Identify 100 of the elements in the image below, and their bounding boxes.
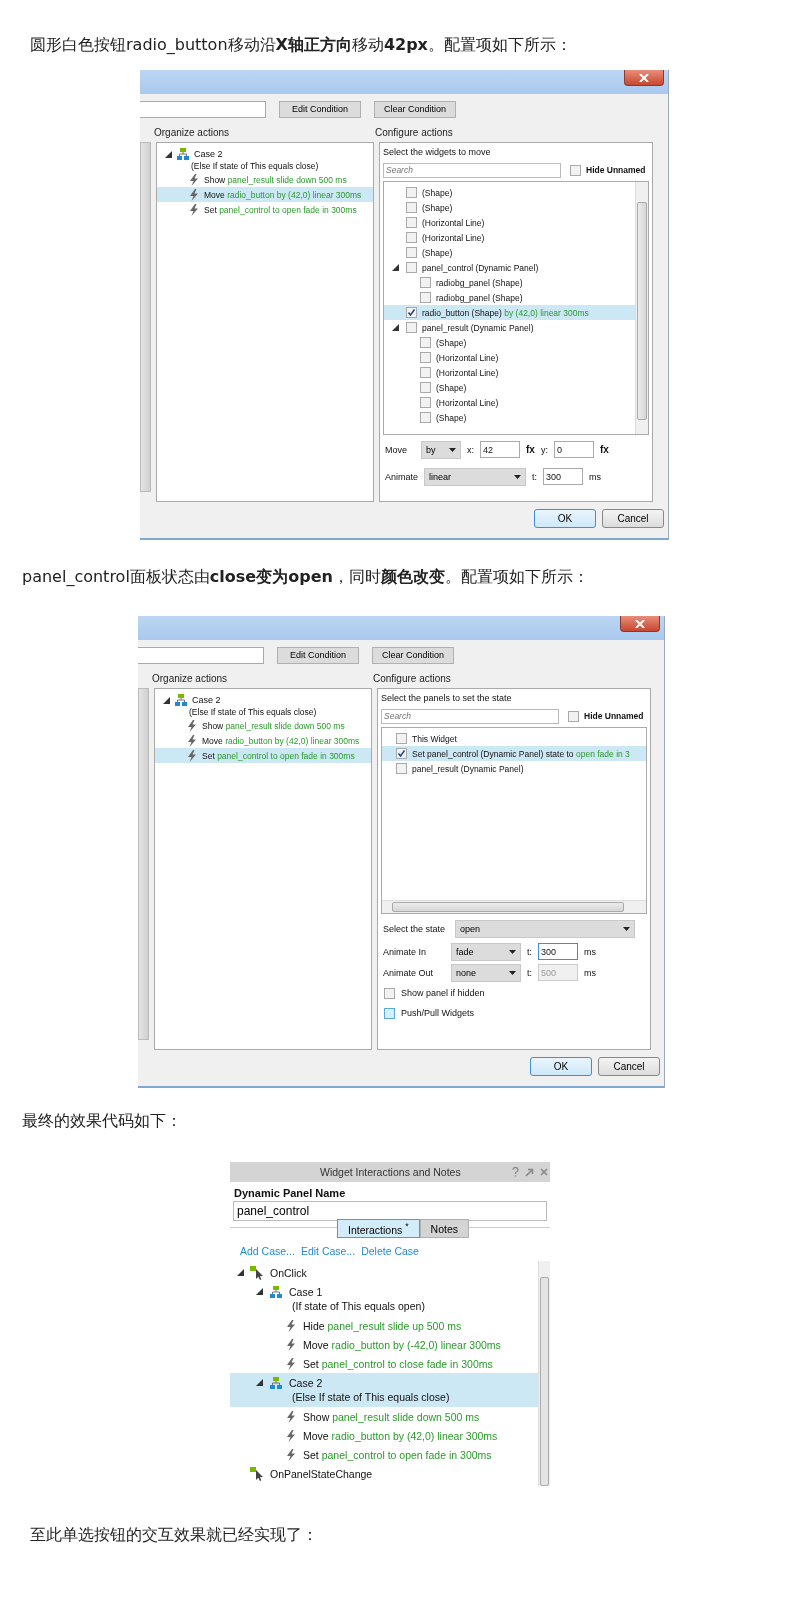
mode-dropdown[interactable]: by [421,440,461,459]
case-item[interactable]: Case 2 (Else If state of This equals close) [230,1373,538,1407]
widget-row[interactable]: (Shape) [384,245,635,260]
close-icon[interactable] [540,1168,548,1176]
action-item[interactable]: Set panel_control to close fade in 300ms [230,1354,538,1373]
case-name[interactable]: Case 2 [192,695,221,705]
checkbox[interactable] [420,337,431,348]
cancel-button[interactable]: Cancel [602,509,664,528]
link[interactable]: Add Case... [240,1245,295,1257]
action-item[interactable]: Show panel_result slide down 500 ms [230,1407,538,1426]
checkbox[interactable] [420,412,431,423]
cancel-button[interactable]: Cancel [598,1057,660,1076]
checkbox[interactable] [384,1007,395,1019]
state-dropdown[interactable]: open [455,919,635,938]
checkbox[interactable] [406,202,417,213]
case-name[interactable]: Case 2 [194,149,223,159]
action-item[interactable]: Show panel_result slide down 500 ms [155,718,371,733]
widget-row[interactable]: radio_button (Shape) by (42,0) linear 300ms [384,305,635,320]
action-item[interactable]: Hide panel_result slide up 500 ms [230,1316,538,1335]
collapse-icon[interactable] [256,1379,263,1386]
collapse-icon[interactable] [165,150,172,158]
widget-row[interactable]: (Horizontal Line) [384,230,635,245]
action-item[interactable]: Set panel_control to open fade in 300ms [230,1445,538,1464]
collapse-icon[interactable] [392,324,399,331]
action-item[interactable]: Show panel_result slide down 500 ms [157,172,373,187]
scrollbar[interactable] [538,1261,550,1486]
event-name[interactable]: OnClick [270,1266,307,1279]
checkbox[interactable] [420,277,431,288]
condition-field[interactable] [140,100,266,118]
action-item[interactable]: Move radio_button by (42,0) linear 300ms [230,1426,538,1445]
checkbox[interactable] [396,733,407,744]
close-button[interactable] [624,70,664,86]
collapse-icon[interactable] [163,696,170,704]
search-field[interactable]: Search [383,162,561,178]
event-name[interactable]: OnPanelStateChange [270,1467,373,1480]
close-button[interactable] [620,616,660,632]
link[interactable]: Edit Case... [300,1245,356,1257]
edit-condition-button[interactable]: Edit Condition [277,646,359,664]
edit-condition-button[interactable]: Edit Condition [279,100,361,118]
checkbox[interactable] [384,987,395,999]
checkbox[interactable] [420,292,431,303]
function-label[interactable]: fx [526,444,535,455]
clear-condition-button[interactable]: Clear Condition [372,646,454,664]
checkbox[interactable] [406,187,417,198]
time-input[interactable]: 300 [543,468,584,485]
widget-row[interactable]: (Horizontal Line) [384,215,635,230]
y-input[interactable]: 0 [553,441,594,458]
animation-dropdown[interactable]: fade [451,942,521,961]
widget-row[interactable]: (Horizontal Line) [384,365,635,380]
clear-condition-button[interactable]: Clear Condition [374,100,456,118]
checkbox[interactable] [420,397,431,408]
widget-row[interactable]: (Shape) [384,410,635,425]
scrollbar[interactable] [138,688,149,1040]
panel-row[interactable]: Set panel_control (Dynamic Panel) state to open fade in 3 [382,746,646,761]
help-icon[interactable] [512,1167,519,1177]
case-item[interactable]: Case 1 (If state of This equals open) [230,1282,538,1316]
collapse-icon[interactable] [256,1288,263,1295]
widget-row[interactable]: (Shape) [384,200,635,215]
function-label[interactable]: fx [599,444,609,455]
pin-icon[interactable] [525,1167,534,1177]
widget-row[interactable]: radiobg_panel (Shape) [384,275,635,290]
ok-button[interactable]: OK [534,509,596,528]
condition-field[interactable] [138,646,264,664]
ok-button[interactable]: OK [530,1057,592,1076]
panel-row[interactable]: panel_result (Dynamic Panel) [382,761,646,776]
x-input[interactable]: 42 [480,441,520,458]
checkbox[interactable] [396,748,407,759]
action-item[interactable]: Set panel_control to open fade in 300ms [157,202,373,217]
checkbox[interactable] [396,763,407,774]
widget-row[interactable]: (Horizontal Line) [384,395,635,410]
collapse-icon[interactable] [392,264,399,271]
panel-row[interactable]: This Widget [382,731,646,746]
action-item[interactable]: Move radio_button by (42,0) linear 300ms [155,733,371,748]
widget-row[interactable]: (Horizontal Line) [384,350,635,365]
tab[interactable]: Interactions $^{*}$ [336,1219,420,1238]
easing-dropdown[interactable]: linear [424,467,527,486]
checkbox[interactable] [406,307,417,318]
scrollbar[interactable] [382,900,646,913]
checkbox[interactable] [406,247,417,258]
checkbox[interactable] [420,382,431,393]
time-input[interactable]: 300 [538,943,578,960]
checkbox[interactable] [568,710,579,722]
widget-row[interactable]: radiobg_panel (Shape) [384,290,635,305]
scrollbar[interactable] [635,182,648,434]
collapse-icon[interactable] [237,1269,244,1276]
widget-row[interactable]: panel_result (Dynamic Panel) [384,320,635,335]
checkbox[interactable] [406,322,417,333]
checkbox[interactable] [406,217,417,228]
action-item[interactable]: Set panel_control to open fade in 300ms [155,748,371,763]
checkbox[interactable] [406,232,417,243]
search-field[interactable]: Search [381,708,559,724]
name-input[interactable]: panel_control [233,1201,547,1221]
action-item[interactable]: Move radio_button by (-42,0) linear 300ms [230,1335,538,1354]
scrollbar[interactable] [140,142,151,492]
checkbox[interactable] [420,367,431,378]
widget-row[interactable]: panel_control (Dynamic Panel) [384,260,635,275]
checkbox[interactable] [406,262,417,273]
action-item[interactable]: Move radio_button by (42,0) linear 300ms [157,187,373,202]
tab[interactable]: Notes [419,1219,469,1238]
checkbox[interactable] [420,352,431,363]
